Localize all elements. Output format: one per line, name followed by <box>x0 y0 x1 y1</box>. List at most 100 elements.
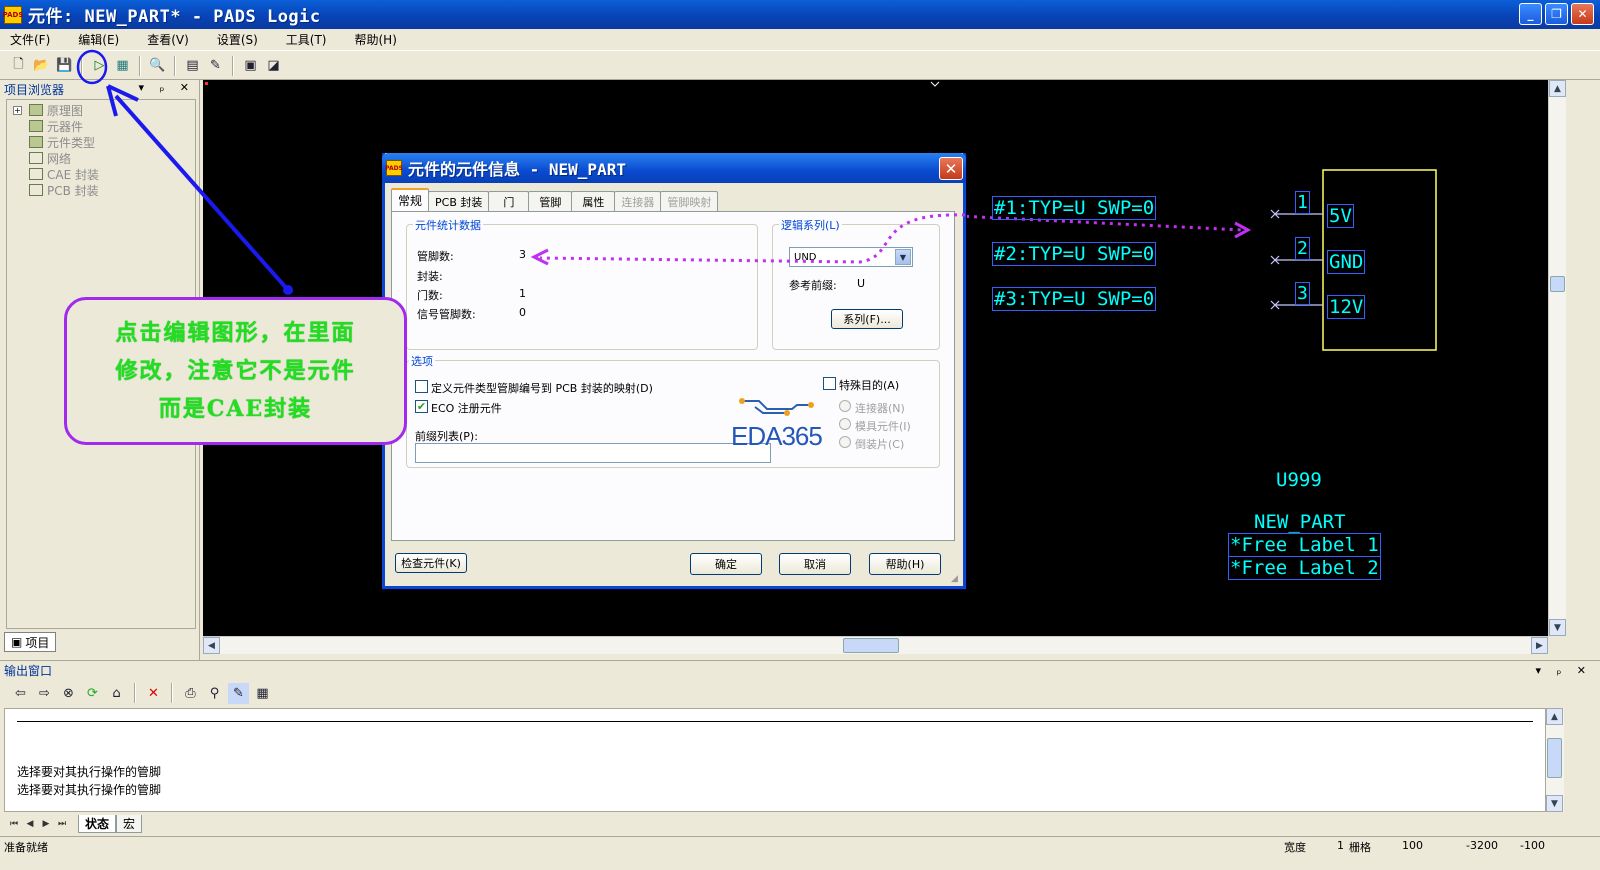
find-icon[interactable]: ⚲ <box>204 683 225 704</box>
ok-button[interactable]: 确定 <box>690 553 762 575</box>
scroll-up-icon[interactable]: ▲ <box>1546 708 1563 725</box>
tree-item-pcb-decals[interactable]: PCB 封装 <box>7 182 195 198</box>
scroll-right-icon[interactable]: ▶ <box>1531 637 1548 654</box>
resize-grip-icon[interactable]: ◢ <box>951 574 961 584</box>
output-divider <box>17 721 1533 722</box>
free-label-1[interactable]: *Free Label 1 <box>1228 533 1381 557</box>
refresh-icon[interactable]: ⟳ <box>82 683 103 704</box>
cancel-button[interactable]: 取消 <box>779 553 851 575</box>
view-icon[interactable]: ▣ <box>240 55 261 76</box>
help-button[interactable]: 帮助(H) <box>869 553 941 575</box>
pin-name-2[interactable]: GND <box>1327 250 1366 274</box>
prev-tab-icon[interactable]: ◀ <box>22 816 38 832</box>
home-icon[interactable]: ⌂ <box>106 683 127 704</box>
first-tab-icon[interactable]: ⏮ <box>6 816 22 832</box>
pin-name-3[interactable]: 12V <box>1327 295 1366 319</box>
menu-tools[interactable]: 工具(T) <box>282 29 331 50</box>
pin-number-2[interactable]: 2 <box>1295 237 1310 260</box>
tab-attributes[interactable]: 属性 <box>571 191 616 211</box>
canvas-vertical-scrollbar[interactable]: ▲ ▼ <box>1548 80 1566 636</box>
check-part-button[interactable]: 检查元件(K) <box>395 553 467 573</box>
menu-setup[interactable]: 设置(S) <box>213 29 262 50</box>
menu-view[interactable]: 查看(V) <box>143 29 193 50</box>
tree-item-nets[interactable]: 网络 <box>7 150 195 166</box>
special-purpose-checkbox[interactable] <box>823 377 836 390</box>
expand-icon[interactable]: + <box>13 105 22 115</box>
scroll-up-icon[interactable]: ▲ <box>1549 80 1566 97</box>
scroll-thumb[interactable] <box>1550 276 1565 292</box>
minimize-button[interactable]: _ <box>1519 3 1542 25</box>
ref-designator[interactable]: U999 <box>1276 469 1322 491</box>
prefix-list-input[interactable] <box>415 443 771 463</box>
edit-electrical-icon[interactable]: ▦ <box>112 55 133 76</box>
dialog-close-button[interactable]: ✕ <box>939 157 963 180</box>
tree-folder-icon <box>29 136 43 148</box>
list-icon[interactable]: ▦ <box>252 683 273 704</box>
last-tab-icon[interactable]: ⏭ <box>54 816 70 832</box>
options-group-title: 选项 <box>409 353 435 369</box>
scroll-thumb[interactable] <box>1547 738 1562 778</box>
scroll-down-icon[interactable]: ▼ <box>1549 619 1566 636</box>
scroll-left-icon[interactable]: ◀ <box>203 637 220 654</box>
forward-arrow-icon[interactable]: ⇨ <box>34 683 55 704</box>
delete-icon[interactable]: ✕ <box>143 683 164 704</box>
output-vertical-scrollbar[interactable]: ▲ ▼ <box>1546 708 1564 812</box>
family-button[interactable]: 系列(F)... <box>831 309 903 329</box>
tab-pins[interactable]: 管脚 <box>528 191 573 211</box>
decal-label: 封装: <box>417 270 443 283</box>
logic-family-select[interactable]: UND ▼ <box>789 247 913 267</box>
menu-file[interactable]: 文件(F) <box>6 29 54 50</box>
next-tab-icon[interactable]: ▶ <box>38 816 54 832</box>
stop-icon[interactable]: ⊗ <box>58 683 79 704</box>
save-icon[interactable]: 💾 <box>54 55 75 76</box>
pin-attr-3[interactable]: #3:TYP=U SWP=0 <box>992 287 1157 311</box>
tree-item-cae-decals[interactable]: CAE 封装 <box>7 166 195 182</box>
zoom-icon[interactable]: 🔍 <box>147 55 168 76</box>
pin-attr-1[interactable]: #1:TYP=U SWP=0 <box>992 196 1157 220</box>
tree-label: 元器件 <box>47 119 84 134</box>
edit-graphics-icon[interactable]: ▷ <box>89 55 110 76</box>
edit-icon[interactable]: ✎ <box>228 682 249 704</box>
output-text-area[interactable]: 选择要对其执行操作的管脚 选择要对其执行操作的管脚 <box>4 708 1546 812</box>
scroll-down-icon[interactable]: ▼ <box>1546 795 1563 812</box>
new-file-icon[interactable]: 🗋 <box>8 55 29 76</box>
tab-pcb-decals[interactable]: PCB 封装 <box>428 191 490 211</box>
define-mapping-checkbox[interactable] <box>415 380 428 393</box>
close-button[interactable]: ✕ <box>1571 3 1594 25</box>
tab-gates[interactable]: 门 <box>488 191 530 211</box>
pin-number-1[interactable]: 1 <box>1295 191 1310 214</box>
eco-register-checkbox[interactable]: ✔ <box>415 400 428 413</box>
chevron-down-icon[interactable]: ▼ <box>895 249 911 265</box>
open-folder-icon[interactable]: 📂 <box>31 55 52 76</box>
panel-controls[interactable]: ▾ ₚ ✕ <box>139 81 195 94</box>
tab-macro[interactable]: 宏 <box>116 815 143 833</box>
pin-number-3[interactable]: 3 <box>1295 282 1310 305</box>
scroll-thumb[interactable] <box>843 638 899 653</box>
tree-item-part-types[interactable]: 元件类型 <box>7 134 195 150</box>
print-icon[interactable]: ⎙ <box>180 683 201 704</box>
die-component-radio-label: 模具元件(I) <box>855 420 911 433</box>
wizard-icon[interactable]: ✎ <box>205 55 226 76</box>
output-panel-controls[interactable]: ▾ ₚ ✕ <box>1536 664 1592 677</box>
canvas-horizontal-scrollbar[interactable]: ◀ ▶ <box>203 636 1548 654</box>
menu-edit[interactable]: 编辑(E) <box>74 29 123 50</box>
main-toolbar: 🗋 📂 💾 ▷ ▦ 🔍 ▤ ✎ ▣ ◪ <box>0 52 1600 80</box>
annotation-line-2: 修改，注意它不是元件 <box>115 358 356 384</box>
tree-label: PCB 封装 <box>47 183 99 198</box>
window-icon[interactable]: ◪ <box>263 55 284 76</box>
project-tab[interactable]: ▣ 项目 <box>4 632 57 652</box>
tree-item-parts[interactable]: 元器件 <box>7 118 195 134</box>
menu-help[interactable]: 帮助(H) <box>351 29 401 50</box>
pin-name-1[interactable]: 5V <box>1327 204 1354 228</box>
restore-button[interactable]: ❐ <box>1545 3 1568 25</box>
pin-attr-2[interactable]: #2:TYP=U SWP=0 <box>992 242 1157 266</box>
tab-status[interactable]: 状态 <box>78 815 117 833</box>
tree-item-schematic[interactable]: + 原理图 <box>7 102 195 118</box>
back-arrow-icon[interactable]: ⇦ <box>10 683 31 704</box>
free-label-2[interactable]: *Free Label 2 <box>1228 556 1381 580</box>
signal-pin-count-label: 信号管脚数: <box>417 308 476 321</box>
part-type-name[interactable]: NEW_PART <box>1254 511 1346 533</box>
tab-general[interactable]: 常规 <box>391 188 430 211</box>
eco-register-label: ECO 注册元件 <box>431 402 502 415</box>
library-icon[interactable]: ▤ <box>182 55 203 76</box>
